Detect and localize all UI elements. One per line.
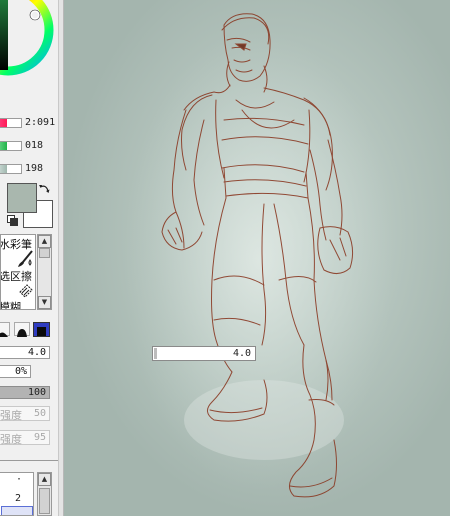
layer-scroll-thumb[interactable]: [39, 488, 50, 514]
blue-value: 198: [25, 163, 44, 174]
panel-divider: [0, 460, 58, 461]
strength-label-2: 强度: [0, 433, 22, 446]
drawing-canvas[interactable]: 4.0: [64, 0, 450, 516]
flat-tip-icon: [17, 329, 27, 337]
brush-shape-square-button[interactable]: [33, 322, 50, 337]
selection-eraser-icon: [19, 284, 33, 298]
green-slider-fill: [0, 142, 7, 150]
scroll-down-button[interactable]: ▼: [38, 296, 51, 309]
watercolor-brush-icon: [18, 250, 33, 267]
green-slider[interactable]: [0, 141, 22, 151]
brush-size-popup[interactable]: 4.0: [152, 346, 256, 361]
green-value: 018: [25, 140, 44, 151]
layer-list-scrollbar[interactable]: ▲: [37, 472, 52, 516]
red-slider[interactable]: [0, 118, 22, 128]
layer-scroll-up-button[interactable]: ▲: [38, 473, 51, 486]
layer-item-number[interactable]: 2: [15, 493, 21, 504]
strength-slider-2[interactable]: 强度 95: [0, 430, 50, 446]
layer-item-dot[interactable]: ·: [16, 474, 22, 485]
tool-sidebar: 2:091 018 198 水彩筆 选区擦 模糊 ▲ ▼ 4.0 0% 100 …: [0, 0, 58, 516]
min-size-field[interactable]: 0%: [0, 365, 31, 378]
layer-list: · 2: [0, 472, 34, 516]
wheel-handle[interactable]: [30, 10, 40, 20]
blue-slider[interactable]: [0, 164, 22, 174]
brush-shape-round-button[interactable]: [0, 322, 10, 337]
brush-shape-flat-button[interactable]: [14, 322, 30, 337]
brush-size-field[interactable]: 4.0: [0, 346, 50, 359]
tool-item-blur[interactable]: 模糊: [1, 299, 21, 309]
sketch-artwork: [64, 0, 450, 516]
strength-label-1: 强度: [0, 409, 22, 422]
tool-list: 水彩筆 选区擦 模糊: [0, 234, 36, 310]
density-value: 100: [27, 387, 46, 398]
scroll-thumb[interactable]: [39, 248, 50, 258]
layer-item-selected[interactable]: [1, 506, 33, 515]
brush-size-popup-value: 4.0: [232, 348, 251, 359]
scroll-up-button[interactable]: ▲: [38, 235, 51, 248]
strength-value-2: 95: [33, 432, 46, 443]
red-slider-fill: [0, 119, 7, 127]
blue-slider-fill: [0, 165, 7, 173]
swap-colors-icon[interactable]: [38, 183, 51, 196]
density-slider[interactable]: 100: [0, 386, 50, 399]
strength-slider-1[interactable]: 强度 50: [0, 406, 50, 422]
color-wheel[interactable]: [0, 0, 58, 100]
tool-list-scrollbar[interactable]: ▲ ▼: [37, 234, 52, 310]
brush-size-popup-fill: [154, 348, 157, 359]
round-tip-icon: [0, 332, 8, 337]
strength-value-1: 50: [33, 408, 46, 419]
square-tip-icon: [37, 327, 46, 336]
reset-colors-icon[interactable]: [7, 215, 18, 226]
red-value: 2:091: [25, 117, 56, 128]
foreground-color-swatch[interactable]: [7, 183, 37, 213]
